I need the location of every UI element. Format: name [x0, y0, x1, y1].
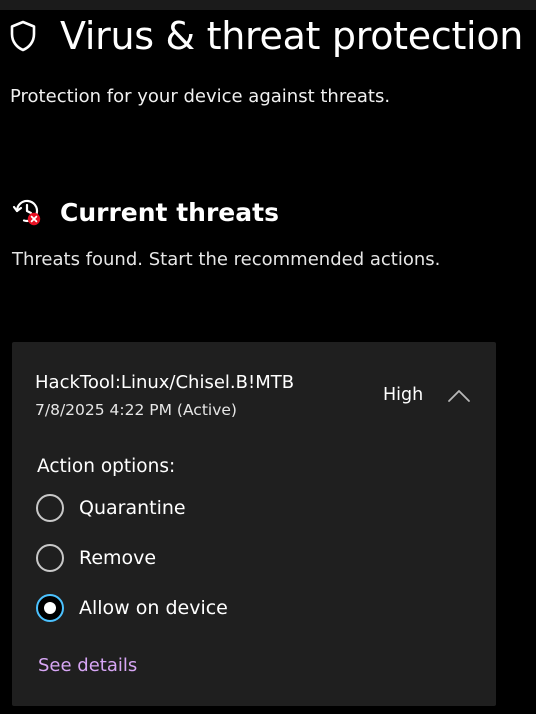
- radio-dot: [44, 602, 56, 614]
- current-threats-header: Current threats: [12, 194, 279, 230]
- radio-circle: [36, 494, 64, 522]
- radio-label: Allow on device: [79, 597, 228, 619]
- window-top-strip: [0, 0, 536, 10]
- radio-label: Remove: [79, 547, 157, 569]
- shield-icon: [10, 19, 40, 53]
- radio-quarantine[interactable]: Quarantine: [36, 492, 186, 524]
- history-alert-icon: [12, 197, 44, 227]
- section-description: Threats found. Start the recommended act…: [12, 249, 441, 270]
- radio-allow-on-device[interactable]: Allow on device: [36, 592, 228, 624]
- severity-label: High: [383, 385, 424, 405]
- radio-circle-selected: [36, 594, 64, 622]
- collapse-button[interactable]: [444, 386, 474, 408]
- page-subtitle: Protection for your device against threa…: [10, 86, 391, 107]
- chevron-up-icon: [447, 388, 471, 407]
- threat-date: 7/8/2025 4:22 PM (Active): [35, 401, 237, 419]
- radio-label: Quarantine: [79, 497, 186, 519]
- see-details-link[interactable]: See details: [38, 655, 137, 676]
- page-header: Virus & threat protection: [10, 10, 523, 62]
- page-title: Virus & threat protection: [60, 14, 524, 58]
- threat-card: HackTool:Linux/Chisel.B!MTB 7/8/2025 4:2…: [12, 342, 496, 706]
- radio-circle: [36, 544, 64, 572]
- section-title: Current threats: [60, 197, 279, 227]
- action-options-label: Action options:: [37, 456, 176, 477]
- radio-remove[interactable]: Remove: [36, 542, 156, 574]
- threat-name: HackTool:Linux/Chisel.B!MTB: [35, 372, 295, 393]
